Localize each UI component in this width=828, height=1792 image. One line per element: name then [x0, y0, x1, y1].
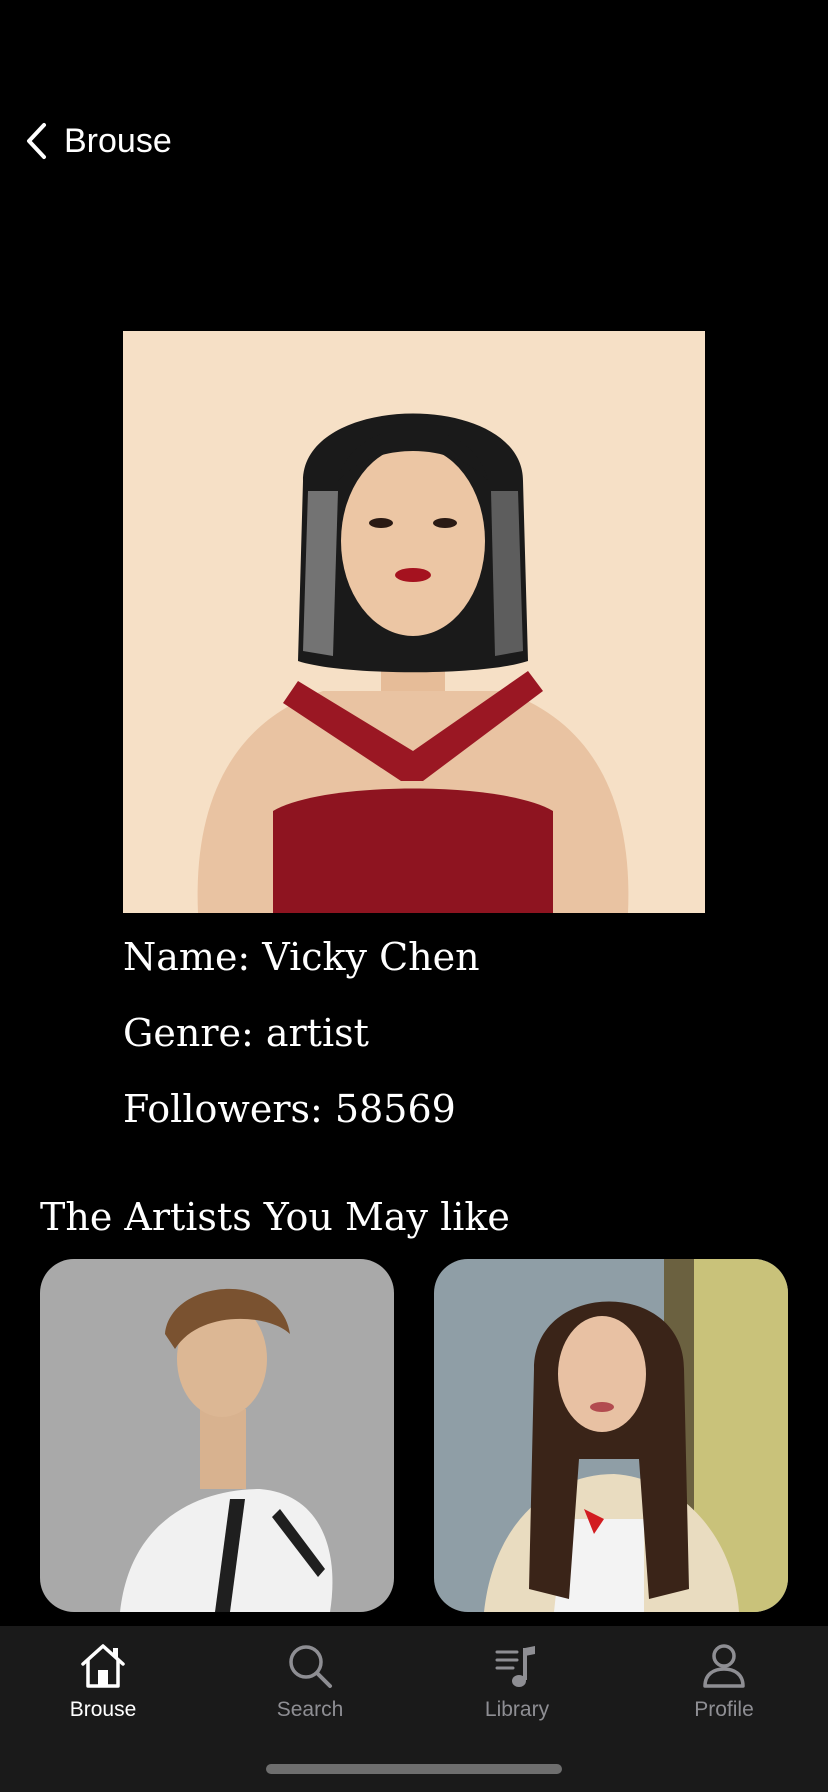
search-icon	[289, 1645, 332, 1688]
artist-photo-male	[40, 1259, 394, 1612]
home-icon	[81, 1644, 125, 1688]
recommendations-title: The Artists You May like	[40, 1195, 510, 1239]
music-library-icon	[495, 1646, 535, 1687]
tab-label: Profile	[694, 1698, 754, 1721]
artist-photo-female	[434, 1259, 788, 1612]
artist-name: Name: Vicky Chen	[123, 935, 480, 979]
artist-photo	[123, 331, 705, 913]
tab-library[interactable]: Library	[447, 1640, 587, 1740]
tab-brouse[interactable]: Brouse	[33, 1640, 173, 1740]
tab-label: Library	[484, 1698, 550, 1721]
recommended-artist-card[interactable]	[434, 1259, 788, 1612]
tab-profile[interactable]: Profile	[654, 1640, 794, 1740]
home-indicator[interactable]	[266, 1764, 562, 1774]
tab-search[interactable]: Search	[240, 1640, 380, 1740]
artist-followers: Followers: 58569	[123, 1087, 456, 1131]
person-icon	[703, 1644, 745, 1688]
recommended-artist-card[interactable]	[40, 1259, 394, 1612]
tab-label: Brouse	[69, 1698, 137, 1721]
back-label: Brouse	[64, 121, 172, 160]
artist-genre: Genre: artist	[123, 1011, 369, 1055]
back-button[interactable]: Brouse	[24, 118, 172, 164]
chevron-left-icon	[27, 123, 46, 159]
tab-label: Search	[276, 1698, 344, 1721]
